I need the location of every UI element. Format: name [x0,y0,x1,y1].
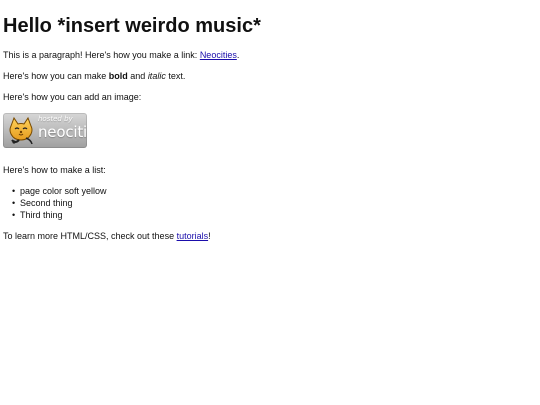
paragraph-period: . [236,50,240,60]
bullet-list: page color soft yellow Second thing Thir… [3,186,537,221]
bold-line-prefix: Here's how you can make [3,71,109,81]
list-item: Second thing [3,198,537,209]
badge-text: hosted by neocities [38,115,87,140]
image-line: Here's how you can add an image: [3,92,142,102]
list-intro: Here's how to make a list: [3,165,106,175]
page-heading: Hello *insert weirdo music* [3,15,261,37]
bold-text: bold [108,71,128,81]
tutorial-line: To learn more HTML/CSS, check out these … [3,231,537,242]
bold-line-middle: and [127,71,148,81]
page: Hello *insert weirdo music* This is a pa… [0,0,540,405]
neocities-badge: hosted by neocities [3,113,87,148]
tutorial-prefix: To learn more HTML/CSS, check out these [3,231,177,241]
badge-brand: neocities [38,123,87,141]
tutorials-link[interactable]: tutorials [177,231,209,241]
badge-hosted-by: hosted by [38,115,73,123]
paragraph-text: This is a paragraph! Here's how you make… [3,50,200,60]
bold-italic-line: Here's how you can make bold and italic … [3,71,537,82]
neocities-link[interactable]: Neocities [200,50,237,60]
paragraph-link-line: This is a paragraph! Here's how you make… [3,50,537,61]
list-item: Third thing [3,210,537,221]
tutorial-end: ! [208,231,211,241]
cat-icon [9,116,33,145]
bold-line-end: text. [165,71,186,81]
italic-text: italic [147,71,166,81]
list-item: page color soft yellow [3,186,537,197]
